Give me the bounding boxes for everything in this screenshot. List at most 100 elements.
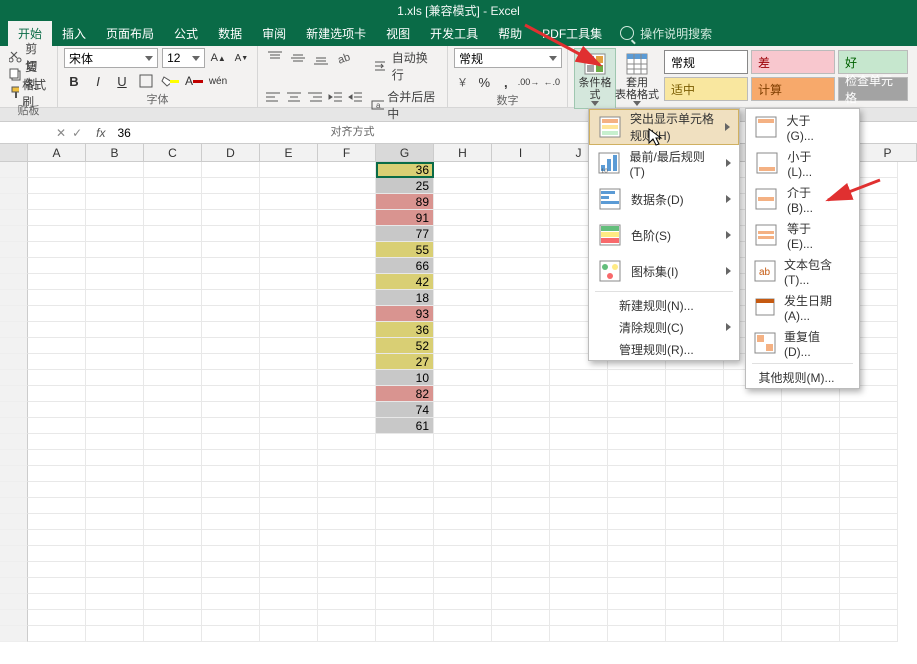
- menu-equal-to[interactable]: 等于(E)...: [746, 217, 859, 253]
- cell[interactable]: [202, 562, 260, 578]
- col-header[interactable]: C: [144, 144, 202, 161]
- cell[interactable]: [434, 354, 492, 370]
- cell[interactable]: [492, 626, 550, 642]
- font-name-select[interactable]: 宋体: [64, 48, 158, 68]
- cell[interactable]: [492, 322, 550, 338]
- cell[interactable]: [28, 322, 86, 338]
- cell[interactable]: [608, 562, 666, 578]
- increase-font-button[interactable]: A▲: [209, 48, 228, 68]
- cell[interactable]: [202, 482, 260, 498]
- cell[interactable]: 52: [376, 338, 434, 354]
- cell[interactable]: [260, 274, 318, 290]
- cell[interactable]: [550, 434, 608, 450]
- cell[interactable]: [202, 386, 260, 402]
- cell[interactable]: [434, 530, 492, 546]
- tab-insert[interactable]: 插入: [52, 21, 96, 46]
- cell[interactable]: [434, 594, 492, 610]
- cell[interactable]: [666, 562, 724, 578]
- cell[interactable]: [318, 514, 376, 530]
- cell[interactable]: [492, 562, 550, 578]
- cell[interactable]: [550, 546, 608, 562]
- cell[interactable]: [666, 402, 724, 418]
- cell[interactable]: [666, 434, 724, 450]
- grid-row[interactable]: [0, 482, 917, 498]
- align-left-button[interactable]: [264, 87, 283, 107]
- cell[interactable]: [260, 354, 318, 370]
- cell[interactable]: [840, 594, 898, 610]
- style-check[interactable]: 检查单元格: [838, 77, 908, 101]
- cell[interactable]: [724, 610, 782, 626]
- cell[interactable]: [86, 418, 144, 434]
- cell[interactable]: [608, 610, 666, 626]
- menu-more-rules[interactable]: 其他规则(M)...: [746, 366, 859, 388]
- menu-clear-rules[interactable]: 清除规则(C): [589, 316, 739, 338]
- cell[interactable]: [666, 530, 724, 546]
- cell[interactable]: 74: [376, 402, 434, 418]
- cell[interactable]: [144, 530, 202, 546]
- cell[interactable]: [724, 562, 782, 578]
- phonetic-button[interactable]: wén: [208, 71, 228, 91]
- cell[interactable]: [260, 498, 318, 514]
- cell[interactable]: [86, 258, 144, 274]
- row-header[interactable]: [0, 290, 28, 306]
- cell[interactable]: [260, 306, 318, 322]
- cell[interactable]: 18: [376, 290, 434, 306]
- menu-text-contains[interactable]: ab 文本包含(T)...: [746, 253, 859, 289]
- cell[interactable]: [28, 562, 86, 578]
- row-header[interactable]: [0, 530, 28, 546]
- cell[interactable]: [86, 162, 144, 178]
- comma-button[interactable]: ,: [497, 72, 515, 92]
- grid-row[interactable]: 74: [0, 402, 917, 418]
- row-header[interactable]: [0, 338, 28, 354]
- cell[interactable]: [86, 194, 144, 210]
- cell[interactable]: [376, 466, 434, 482]
- cell[interactable]: [434, 482, 492, 498]
- cell[interactable]: [86, 530, 144, 546]
- cell[interactable]: [666, 370, 724, 386]
- cell[interactable]: [666, 610, 724, 626]
- cell[interactable]: [260, 322, 318, 338]
- cell[interactable]: [492, 162, 550, 178]
- cell[interactable]: [666, 546, 724, 562]
- grid-row[interactable]: [0, 498, 917, 514]
- cell[interactable]: [144, 322, 202, 338]
- cell[interactable]: [666, 514, 724, 530]
- cell[interactable]: [144, 418, 202, 434]
- cell[interactable]: [550, 594, 608, 610]
- cell[interactable]: [492, 354, 550, 370]
- cell[interactable]: [318, 354, 376, 370]
- style-bad[interactable]: 差: [751, 50, 835, 74]
- cell[interactable]: [144, 402, 202, 418]
- cell[interactable]: [434, 450, 492, 466]
- cell[interactable]: [202, 338, 260, 354]
- row-header[interactable]: [0, 162, 28, 178]
- cell[interactable]: [608, 402, 666, 418]
- cell[interactable]: 77: [376, 226, 434, 242]
- cell[interactable]: [86, 210, 144, 226]
- cell[interactable]: [782, 514, 840, 530]
- cell[interactable]: [840, 450, 898, 466]
- font-size-select[interactable]: 12: [162, 48, 205, 68]
- cell[interactable]: [376, 626, 434, 642]
- cell[interactable]: [318, 498, 376, 514]
- cell[interactable]: [492, 418, 550, 434]
- cell[interactable]: [608, 386, 666, 402]
- cell[interactable]: [260, 194, 318, 210]
- cell[interactable]: [28, 274, 86, 290]
- menu-icon-sets[interactable]: 图标集(I): [589, 253, 739, 289]
- cell[interactable]: [260, 370, 318, 386]
- grid-row[interactable]: [0, 626, 917, 642]
- cell[interactable]: [202, 178, 260, 194]
- cell[interactable]: [86, 226, 144, 242]
- cell[interactable]: [782, 626, 840, 642]
- cell[interactable]: [144, 466, 202, 482]
- cell[interactable]: [492, 402, 550, 418]
- cell[interactable]: [318, 530, 376, 546]
- cell[interactable]: [28, 258, 86, 274]
- cell[interactable]: [782, 402, 840, 418]
- cell[interactable]: 10: [376, 370, 434, 386]
- cell[interactable]: [608, 546, 666, 562]
- cell[interactable]: [492, 434, 550, 450]
- cell[interactable]: [492, 178, 550, 194]
- cell[interactable]: [202, 194, 260, 210]
